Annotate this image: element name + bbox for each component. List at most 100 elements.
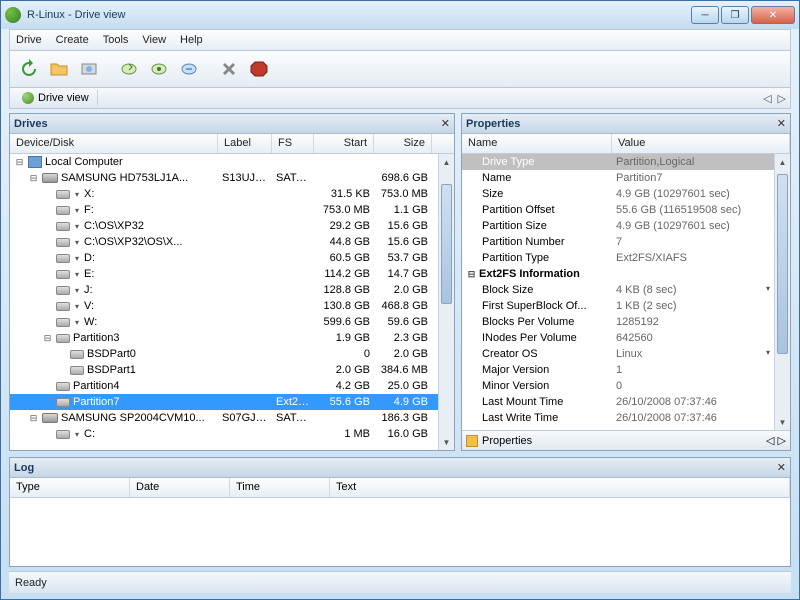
col-log-time[interactable]: Time	[230, 478, 330, 497]
col-start[interactable]: Start	[314, 134, 374, 153]
col-label[interactable]: Label	[218, 134, 272, 153]
chevron-down-icon[interactable]: ▾	[73, 286, 81, 295]
tree-twist-icon[interactable]: ⊟	[14, 157, 25, 168]
tree-row[interactable]: ▾ J: 128.8 GB 2.0 GB	[10, 282, 454, 298]
close-button[interactable]: ✕	[751, 6, 795, 24]
tree-row[interactable]: ▾ W: 599.6 GB 59.6 GB	[10, 314, 454, 330]
tree-row[interactable]: ⊟ SAMSUNG HD753LJ1A... S13UJ1... SATA2 (…	[10, 170, 454, 186]
tree-row[interactable]: ▾ F: 753.0 MB 1.1 GB	[10, 202, 454, 218]
tab-drive-view[interactable]: Drive view	[14, 90, 98, 106]
tree-row[interactable]: Partition4 4.2 GB 25.0 GB	[10, 378, 454, 394]
tree-row[interactable]: ▾ D: 60.5 GB 53.7 GB	[10, 250, 454, 266]
menu-tools[interactable]: Tools	[103, 34, 129, 46]
property-row[interactable]: Partition Offset 55.6 GB (116519508 sec)	[462, 202, 790, 218]
col-device[interactable]: Device/Disk	[10, 134, 218, 153]
tree-row[interactable]: ▾ C:\OS\XP32\OS\X... 44.8 GB 15.6 GB	[10, 234, 454, 250]
minimize-button[interactable]: ─	[691, 6, 719, 24]
property-row[interactable]: Name Partition7	[462, 170, 790, 186]
property-row[interactable]: First SuperBlock Of... 1 KB (2 sec)	[462, 298, 790, 314]
tree-twist-icon[interactable]: ⊟	[28, 413, 39, 424]
chevron-down-icon[interactable]: ▾	[764, 284, 772, 293]
scroll-thumb[interactable]	[777, 174, 788, 354]
scan-button[interactable]	[76, 56, 102, 82]
property-row[interactable]: Blocks Per Volume 1285192	[462, 314, 790, 330]
chevron-down-icon[interactable]: ▾	[73, 238, 81, 247]
property-row[interactable]: Partition Number 7	[462, 234, 790, 250]
scroll-thumb[interactable]	[441, 184, 452, 304]
scroll-up-icon[interactable]: ▲	[439, 154, 454, 170]
properties-body[interactable]: Drive Type Partition,Logical Name Partit…	[462, 154, 790, 430]
tree-row[interactable]: ▾ E: 114.2 GB 14.7 GB	[10, 266, 454, 282]
drives-tree[interactable]: ⊟ Local Computer ⊟ SAMSUNG HD753LJ1A... …	[10, 154, 454, 450]
tree-row[interactable]: ▾ X: 31.5 KB 753.0 MB	[10, 186, 454, 202]
maximize-button[interactable]: ❐	[721, 6, 749, 24]
menu-help[interactable]: Help	[180, 34, 203, 46]
chevron-down-icon[interactable]: ▾	[73, 206, 81, 215]
tab-prev-icon[interactable]: ◁	[763, 92, 771, 105]
drives-close-icon[interactable]: ✕	[441, 117, 450, 130]
refresh-button[interactable]	[16, 56, 42, 82]
stop-button[interactable]	[246, 56, 272, 82]
property-row[interactable]: Minor Version 0	[462, 378, 790, 394]
open-folder-button[interactable]	[46, 56, 72, 82]
tree-twist-icon[interactable]: ⊟	[42, 333, 53, 344]
property-row[interactable]: Partition Size 4.9 GB (10297601 sec)	[462, 218, 790, 234]
chevron-down-icon[interactable]: ▾	[764, 348, 772, 357]
props-scrollbar[interactable]: ▲ ▼	[774, 154, 790, 430]
log-close-icon[interactable]: ✕	[777, 461, 786, 474]
chevron-down-icon[interactable]: ▾	[73, 222, 81, 231]
property-row[interactable]: Last Mount Time 26/10/2008 07:37:46	[462, 394, 790, 410]
property-row[interactable]: Major Version 1	[462, 362, 790, 378]
property-row[interactable]: Last Write Time 26/10/2008 07:37:46	[462, 410, 790, 426]
disk-action3-button[interactable]	[176, 56, 202, 82]
col-prop-name[interactable]: Name	[462, 134, 612, 153]
col-log-type[interactable]: Type	[10, 478, 130, 497]
tree-row[interactable]: ⊟ SAMSUNG SP2004CVM10... S07GJ10... SATA…	[10, 410, 454, 426]
chevron-down-icon[interactable]: ▾	[73, 318, 81, 327]
drives-scrollbar[interactable]: ▲ ▼	[438, 154, 454, 450]
tree-row[interactable]: ⊟ Local Computer	[10, 154, 454, 170]
tree-row[interactable]: ⊟ Partition3 1.9 GB 2.3 GB	[10, 330, 454, 346]
tree-row[interactable]: BSDPart0 0 2.0 GB	[10, 346, 454, 362]
col-fs[interactable]: FS	[272, 134, 314, 153]
property-row[interactable]: Drive Type Partition,Logical	[462, 154, 790, 170]
property-row[interactable]: Partition Type Ext2FS/XIAFS	[462, 250, 790, 266]
chevron-down-icon[interactable]: ▾	[73, 270, 81, 279]
tab-next-icon[interactable]: ▷	[778, 92, 786, 105]
log-body[interactable]	[10, 498, 790, 566]
property-row[interactable]: Size 4.9 GB (10297601 sec)	[462, 186, 790, 202]
titlebar[interactable]: R-Linux - Drive view ─ ❐ ✕	[1, 1, 799, 29]
tree-twist-icon[interactable]: ⊟	[28, 173, 39, 184]
property-row[interactable]: Block Size 4 KB (8 sec) ▾	[462, 282, 790, 298]
chevron-down-icon[interactable]: ▾	[73, 254, 81, 263]
tree-row[interactable]: ▾ C:\OS\XP32 29.2 GB 15.6 GB	[10, 218, 454, 234]
tree-row[interactable]: ▾ V: 130.8 GB 468.8 GB	[10, 298, 454, 314]
props-next-icon[interactable]: ▷	[778, 435, 786, 447]
log-pane: Log ✕ Type Date Time Text	[9, 457, 791, 567]
delete-button[interactable]	[216, 56, 242, 82]
menu-drive[interactable]: Drive	[16, 34, 42, 46]
scroll-down-icon[interactable]: ▼	[439, 434, 454, 450]
disk-action1-button[interactable]	[116, 56, 142, 82]
chevron-down-icon[interactable]: ▾	[73, 430, 81, 439]
col-size[interactable]: Size	[374, 134, 432, 153]
scroll-up-icon[interactable]: ▲	[775, 154, 790, 170]
tree-row[interactable]: Partition7 Ext2FS 55.6 GB 4.9 GB	[10, 394, 454, 410]
tree-row[interactable]: BSDPart1 2.0 GB 384.6 MB	[10, 362, 454, 378]
property-row[interactable]: INodes Per Volume 642560	[462, 330, 790, 346]
scroll-down-icon[interactable]: ▼	[775, 414, 790, 430]
col-prop-value[interactable]: Value	[612, 134, 790, 153]
col-log-text[interactable]: Text	[330, 478, 790, 497]
chevron-down-icon[interactable]: ▾	[73, 190, 81, 199]
property-group[interactable]: ⊟Ext2FS Information	[462, 266, 790, 282]
props-prev-icon[interactable]: ◁	[766, 435, 774, 447]
property-row[interactable]: Creator OS Linux ▾	[462, 346, 790, 362]
chevron-down-icon[interactable]: ▾	[73, 302, 81, 311]
properties-close-icon[interactable]: ✕	[777, 117, 786, 130]
tree-row[interactable]: ▾ C: 1 MB 16.0 GB	[10, 426, 454, 442]
menu-create[interactable]: Create	[56, 34, 89, 46]
menu-view[interactable]: View	[142, 34, 166, 46]
col-log-date[interactable]: Date	[130, 478, 230, 497]
disk-action2-button[interactable]	[146, 56, 172, 82]
tree-twist-icon[interactable]: ⊟	[466, 269, 477, 280]
